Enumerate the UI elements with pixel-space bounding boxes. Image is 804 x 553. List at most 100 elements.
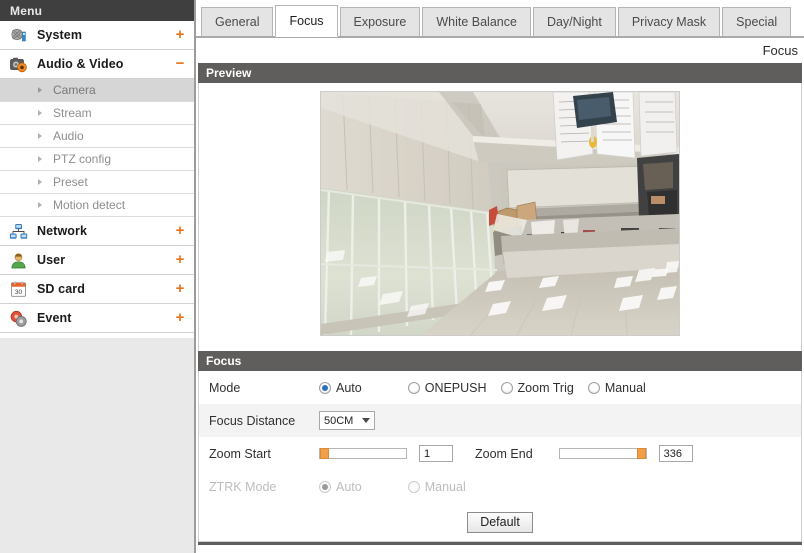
- focus-section-label: Focus: [206, 354, 242, 368]
- sidebar-group-network[interactable]: Network +: [0, 217, 194, 246]
- preview-section-label: Preview: [206, 66, 252, 80]
- zoom-start-label: Zoom Start: [209, 446, 271, 461]
- focus-actions-row: Default: [199, 503, 801, 541]
- zoom-end-label: Zoom End: [475, 446, 533, 461]
- user-icon: [9, 251, 28, 270]
- tab-privacy-mask[interactable]: Privacy Mask: [617, 7, 721, 37]
- sidebar-item-label: Camera: [53, 83, 96, 97]
- expand-plus-icon[interactable]: +: [174, 252, 186, 267]
- radio-label: Auto: [336, 380, 362, 395]
- radio-icon[interactable]: [319, 381, 331, 394]
- default-button[interactable]: Default: [467, 511, 533, 533]
- tab-label: General: [215, 15, 260, 29]
- radio-icon: [319, 480, 331, 493]
- tab-label: Privacy Mask: [631, 15, 707, 29]
- sidebar-group-label: Audio & Video: [37, 57, 124, 71]
- sidebar-group-system[interactable]: System +: [0, 21, 194, 50]
- sidebar-item-motion-detect[interactable]: Motion detect: [0, 194, 194, 217]
- focus-distance-value: 50CM: [324, 414, 354, 427]
- expand-plus-icon[interactable]: +: [174, 281, 186, 296]
- sidebar-header-label: Menu: [10, 3, 43, 18]
- radio-icon[interactable]: [500, 381, 513, 394]
- chevron-right-icon: [38, 87, 46, 93]
- network-icon: [9, 222, 28, 241]
- sidebar: Menu System + Audio & Video − Camera Str…: [0, 0, 196, 553]
- focus-mode-row: Mode Auto ONEPUSH Zoom Trig Manual: [199, 371, 801, 404]
- ztrk-mode-row: ZTRK Mode Auto Manual: [199, 470, 801, 503]
- sidebar-item-stream[interactable]: Stream: [0, 102, 194, 125]
- zoom-range-row: Zoom Start 1 Zoom End 336: [199, 437, 801, 470]
- zoom-start-slider[interactable]: [319, 448, 407, 459]
- bottom-divider: [198, 542, 802, 545]
- sidebar-group-audio-video[interactable]: Audio & Video −: [0, 50, 194, 79]
- sidebar-group-label: SD card: [37, 282, 85, 296]
- sidebar-item-camera[interactable]: Camera: [0, 79, 194, 102]
- page-title-label: Focus: [762, 43, 798, 58]
- sidebar-item-audio[interactable]: Audio: [0, 125, 194, 148]
- focus-mode-option-auto[interactable]: Auto: [319, 381, 362, 395]
- sidebar-item-ptz-config[interactable]: PTZ config: [0, 148, 194, 171]
- ztrk-mode-option-manual: Manual: [407, 480, 466, 494]
- expand-plus-icon[interactable]: +: [174, 310, 186, 325]
- tab-label: Day/Night: [546, 15, 602, 29]
- main-content: General Focus Exposure White Balance Day…: [196, 0, 804, 553]
- sidebar-item-label: Audio: [53, 129, 84, 143]
- slider-handle[interactable]: [320, 448, 329, 459]
- focus-section-header: Focus: [198, 351, 802, 371]
- sidebar-group-label: Event: [37, 311, 72, 325]
- zoom-end-value: 336: [663, 447, 683, 460]
- svg-text:30: 30: [15, 289, 23, 296]
- sidebar-group-label: System: [37, 28, 83, 42]
- tab-label: Focus: [289, 14, 324, 28]
- radio-icon[interactable]: [587, 381, 600, 394]
- tab-label: Exposure: [353, 15, 407, 29]
- zoom-end-slider[interactable]: [558, 448, 647, 459]
- radio-label: ONEPUSH: [424, 380, 487, 395]
- tab-special[interactable]: Special: [722, 7, 792, 37]
- zoom-end-input[interactable]: 336: [658, 445, 693, 462]
- sidebar-header: Menu: [0, 0, 194, 21]
- radio-icon[interactable]: [407, 381, 420, 394]
- sidebar-group-label: Network: [37, 224, 88, 238]
- tab-white-balance[interactable]: White Balance: [422, 7, 531, 37]
- camera-icon: [9, 55, 28, 74]
- slider-handle[interactable]: [636, 448, 646, 459]
- default-button-label: Default: [480, 515, 520, 529]
- zoom-start-value: 1: [424, 447, 431, 460]
- chevron-right-icon: [38, 110, 46, 116]
- focus-settings-panel: Mode Auto ONEPUSH Zoom Trig Manual Focus…: [198, 371, 802, 542]
- tab-exposure[interactable]: Exposure: [339, 7, 421, 37]
- camera-preview-image[interactable]: [320, 91, 680, 336]
- ztrk-mode-option-auto: Auto: [319, 480, 362, 494]
- focus-mode-option-zoom-trig[interactable]: Zoom Trig: [500, 380, 574, 395]
- sidebar-item-label: Preset: [53, 175, 88, 189]
- tab-label: White Balance: [436, 15, 517, 29]
- sidebar-group-sd-card[interactable]: 30 SD card +: [0, 275, 194, 304]
- tab-day-night[interactable]: Day/Night: [532, 7, 616, 37]
- chevron-right-icon: [38, 133, 46, 139]
- sidebar-group-event[interactable]: Event +: [0, 304, 194, 333]
- sidebar-item-label: Stream: [53, 106, 92, 120]
- focus-mode-option-onepush[interactable]: ONEPUSH: [407, 380, 487, 395]
- chevron-right-icon: [38, 179, 46, 185]
- radio-label: Auto: [336, 479, 362, 494]
- radio-label: Manual: [604, 380, 646, 395]
- expand-plus-icon[interactable]: +: [174, 223, 186, 238]
- tab-focus[interactable]: Focus: [275, 5, 338, 37]
- sidebar-group-user[interactable]: User +: [0, 246, 194, 275]
- focus-distance-row: Focus Distance 50CM: [199, 404, 801, 437]
- sidebar-empty-area: [0, 338, 194, 553]
- tab-general[interactable]: General: [201, 7, 274, 37]
- focus-mode-option-manual[interactable]: Manual: [587, 380, 646, 395]
- event-icon: [9, 309, 28, 328]
- sidebar-item-label: Motion detect: [53, 198, 126, 212]
- radio-label: Zoom Trig: [517, 380, 574, 395]
- chevron-right-icon: [38, 202, 46, 208]
- radio-icon: [407, 480, 420, 493]
- system-gear-icon: [9, 26, 28, 45]
- focus-distance-select[interactable]: 50CM: [319, 411, 375, 430]
- expand-plus-icon[interactable]: +: [174, 27, 186, 42]
- sidebar-item-preset[interactable]: Preset: [0, 171, 194, 194]
- zoom-start-input[interactable]: 1: [419, 445, 453, 462]
- collapse-minus-icon[interactable]: −: [174, 56, 186, 71]
